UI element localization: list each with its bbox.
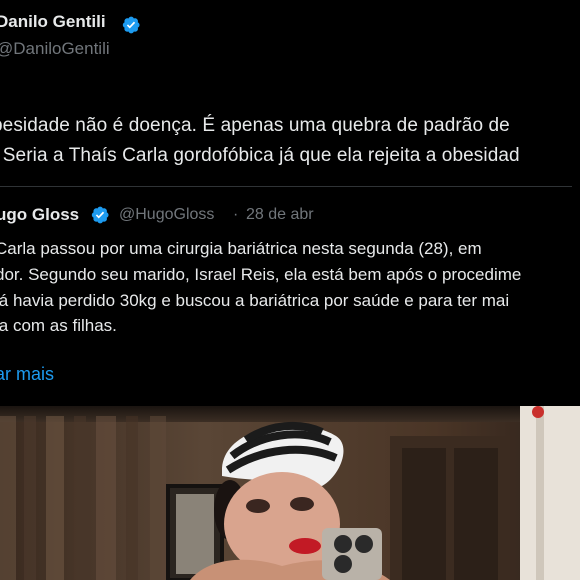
tweet-text-line-1: besidade não é doença. É apenas uma queb…	[0, 115, 510, 136]
author-name[interactable]: Danilo Gentili	[0, 12, 106, 32]
quote-divider	[0, 186, 572, 187]
photo-illustration	[0, 406, 580, 580]
quoted-text-line-4: ia com as filhas.	[0, 316, 117, 335]
quoted-author-name[interactable]: ugo Gloss	[0, 205, 79, 225]
quoted-separator: ·	[233, 206, 239, 223]
quoted-text-line-1: Carla passou por uma cirurgia bariátrica…	[0, 239, 482, 258]
tweet-text-line-2: . Seria a Thaís Carla gordofóbica já que…	[0, 145, 520, 166]
author-handle[interactable]: @DaniloGentili	[0, 39, 110, 59]
quoted-text-line-2: dor. Segundo seu marido, Israel Reis, el…	[0, 265, 522, 284]
quoted-text-line-3: já havia perdido 30kg e buscou a bariátr…	[0, 291, 510, 310]
verified-badge-icon	[122, 16, 140, 34]
quoted-verified-badge-icon	[91, 206, 109, 224]
quoted-media-image[interactable]	[0, 406, 580, 580]
show-more-link[interactable]: ar mais	[0, 364, 54, 385]
quoted-date[interactable]: 28 de abr	[246, 206, 314, 224]
quoted-author-handle[interactable]: @HugoGloss	[119, 206, 214, 224]
